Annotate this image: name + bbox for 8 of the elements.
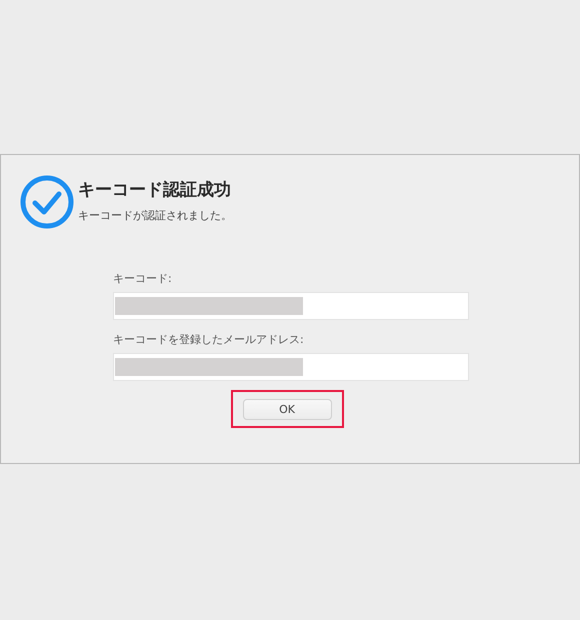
input-field[interactable] (113, 292, 469, 320)
checkmark-icon (20, 175, 74, 229)
dialog-message: キーコードが認証されました。 (78, 208, 232, 223)
input-field[interactable] (113, 353, 469, 381)
ok-button[interactable]: OK (242, 399, 332, 420)
field-label: キーコードを登録したメールアドレス: (113, 332, 304, 347)
field-label: キーコード: (113, 271, 172, 286)
dialog-title: キーコード認証成功 (78, 179, 232, 201)
